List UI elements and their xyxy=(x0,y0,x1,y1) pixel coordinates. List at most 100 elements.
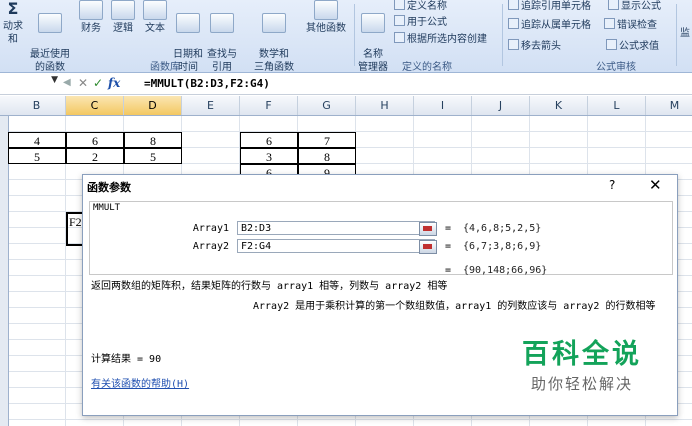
watch-window-label: 监 xyxy=(680,28,690,39)
matrix-a-cell[interactable]: 8 xyxy=(124,132,182,148)
watermark-logo: 百科全说 助你轻松解决 xyxy=(493,318,671,402)
autosum-button[interactable]: Σ 动求和 xyxy=(0,0,26,46)
other-functions-label: 其他函数 xyxy=(306,23,346,34)
sigma-icon: Σ xyxy=(7,0,19,18)
column-header-g[interactable]: G xyxy=(298,96,356,115)
error-checking-button[interactable]: 错误检查 xyxy=(604,16,657,31)
help-link[interactable]: 有关该函数的帮助(H) xyxy=(91,375,189,390)
column-header-c[interactable]: C xyxy=(66,96,124,115)
expand-icon: ◀ xyxy=(63,77,71,88)
matrix-b-cell[interactable]: 3 xyxy=(240,148,298,164)
matrix-a-cell[interactable]: 6 xyxy=(66,132,124,148)
collapse-dialog-icon[interactable] xyxy=(419,240,437,254)
array2-result: {6,7;3,8;6,9} xyxy=(463,241,542,252)
name-manager-icon xyxy=(361,13,385,33)
cancel-icon[interactable]: ✕ xyxy=(78,76,88,90)
remove-arrows-icon xyxy=(508,39,519,50)
calc-result: 计算结果 = 90 xyxy=(91,354,162,365)
evaluate-icon xyxy=(606,39,617,50)
enter-check-icon[interactable]: ✓ xyxy=(93,76,103,90)
more-book-icon xyxy=(314,0,338,20)
error-check-icon xyxy=(604,18,615,29)
finance-book-icon xyxy=(79,0,103,20)
equals-sign: = xyxy=(445,223,452,234)
text-button[interactable]: 文本 xyxy=(140,0,170,35)
formula-bar: ▼ ◀ ✕ ✓ fx =MMULT(B2:D3,F2:G4) xyxy=(0,74,692,95)
column-header-j[interactable]: J xyxy=(472,96,530,115)
argument-description: Array2 是用于乘积计算的第一个数组数值，array1 的列数应该与 arr… xyxy=(253,301,656,312)
arguments-group xyxy=(89,201,673,275)
matrix-a-cell[interactable]: 5 xyxy=(8,148,66,164)
column-header-b[interactable]: B xyxy=(8,96,66,115)
overall-result: {90,148;66,96} xyxy=(463,265,548,276)
remove-arrows-button[interactable]: 移去箭头 xyxy=(508,37,561,52)
formula-input[interactable]: =MMULT(B2:D3,F2:G4) xyxy=(144,77,270,90)
group-defined-names: 定义的名称 xyxy=(402,62,452,73)
lookup-label: 查找与 引用 xyxy=(207,49,237,73)
use-in-formula-label: 用于公式 xyxy=(407,17,447,28)
grid-small-icon xyxy=(394,32,405,43)
matrix-b-cell[interactable]: 8 xyxy=(298,148,356,164)
column-header-e[interactable]: E xyxy=(182,96,240,115)
trace-precedents-label: 追踪引用单元格 xyxy=(521,1,591,12)
column-header-d[interactable]: D xyxy=(124,96,182,115)
evaluate-formula-button[interactable]: 公式求值 xyxy=(606,37,659,52)
matrix-a-cell[interactable]: 2 xyxy=(66,148,124,164)
star-book-icon xyxy=(38,13,62,33)
use-in-formula-button[interactable]: 用于公式 xyxy=(394,13,447,28)
column-header-l[interactable]: L xyxy=(588,96,646,115)
group-formula-auditing: 公式审核 xyxy=(596,62,636,73)
dialog-title: 函数参数 xyxy=(87,181,131,194)
array2-label: Array2 xyxy=(192,241,229,252)
create-from-selection-button[interactable]: 根据所选内容创建 xyxy=(394,30,487,45)
name-manager-label: 名称 管理器 xyxy=(358,49,388,73)
name-box-dropdown[interactable]: ▼ xyxy=(0,75,58,91)
question-book-icon xyxy=(111,0,135,20)
column-header-h[interactable]: H xyxy=(356,96,414,115)
trace-dependents-icon xyxy=(508,18,519,29)
remove-arrows-label: 移去箭头 xyxy=(521,41,561,52)
trace-dependents-button[interactable]: 追踪从属单元格 xyxy=(508,16,591,31)
column-header-i[interactable]: I xyxy=(414,96,472,115)
ribbon: Σ 动求和 最近使用 的函数 财务 逻辑 文本 日期和 时间 查找与 引用 数学… xyxy=(0,0,692,73)
other-functions-button[interactable]: 其他函数 xyxy=(302,0,350,35)
lookup-button[interactable]: 查找与 引用 xyxy=(206,0,238,74)
column-header-m[interactable]: M xyxy=(646,96,692,115)
math-button[interactable]: 数学和 三角函数 xyxy=(250,0,298,74)
equals-sign: = xyxy=(445,265,452,276)
chevron-down-icon: ▼ xyxy=(51,75,58,85)
show-formulas-button[interactable]: 显示公式 xyxy=(608,0,661,12)
define-name-icon xyxy=(394,0,405,10)
matrix-b-cell[interactable]: 7 xyxy=(298,132,356,148)
ribbon-separator xyxy=(354,4,355,66)
watermark-subtitle: 助你轻松解决 xyxy=(530,375,633,393)
clock-book-icon xyxy=(176,13,200,33)
matrix-a-cell[interactable]: 5 xyxy=(124,148,182,164)
matrix-b-cell[interactable]: 6 xyxy=(240,132,298,148)
math-label: 数学和 三角函数 xyxy=(254,49,294,73)
close-button[interactable]: ✕ xyxy=(649,176,662,194)
matrix-a-cell[interactable]: 4 xyxy=(8,132,66,148)
insert-function-icon[interactable]: fx xyxy=(108,76,120,90)
logic-button[interactable]: 逻辑 xyxy=(108,0,138,35)
define-name-button[interactable]: 定义名称 xyxy=(394,0,447,12)
ribbon-separator xyxy=(676,4,677,66)
trace-precedents-button[interactable]: 追踪引用单元格 xyxy=(508,0,591,12)
watch-window-button[interactable]: 监 xyxy=(680,24,690,39)
column-header-f[interactable]: F xyxy=(240,96,298,115)
array2-input[interactable]: F2:G4 xyxy=(237,239,435,253)
autosum-label: 动求和 xyxy=(3,21,23,45)
group-function-library: 函数库 xyxy=(150,62,180,73)
finance-button[interactable]: 财务 xyxy=(76,0,106,35)
column-header-k[interactable]: K xyxy=(530,96,588,115)
evaluate-formula-label: 公式求值 xyxy=(619,41,659,52)
name-manager-button[interactable]: 名称 管理器 xyxy=(356,0,390,74)
collapse-dialog-icon[interactable] xyxy=(419,222,437,236)
create-from-selection-label: 根据所选内容创建 xyxy=(407,34,487,45)
help-button[interactable]: ? xyxy=(609,178,615,192)
show-formulas-icon xyxy=(608,0,619,10)
array1-label: Array1 xyxy=(192,223,229,234)
array1-input[interactable]: B2:D3 xyxy=(237,221,435,235)
recent-functions-button[interactable]: 最近使用 的函数 xyxy=(26,0,74,74)
fx-small-icon xyxy=(394,15,405,26)
